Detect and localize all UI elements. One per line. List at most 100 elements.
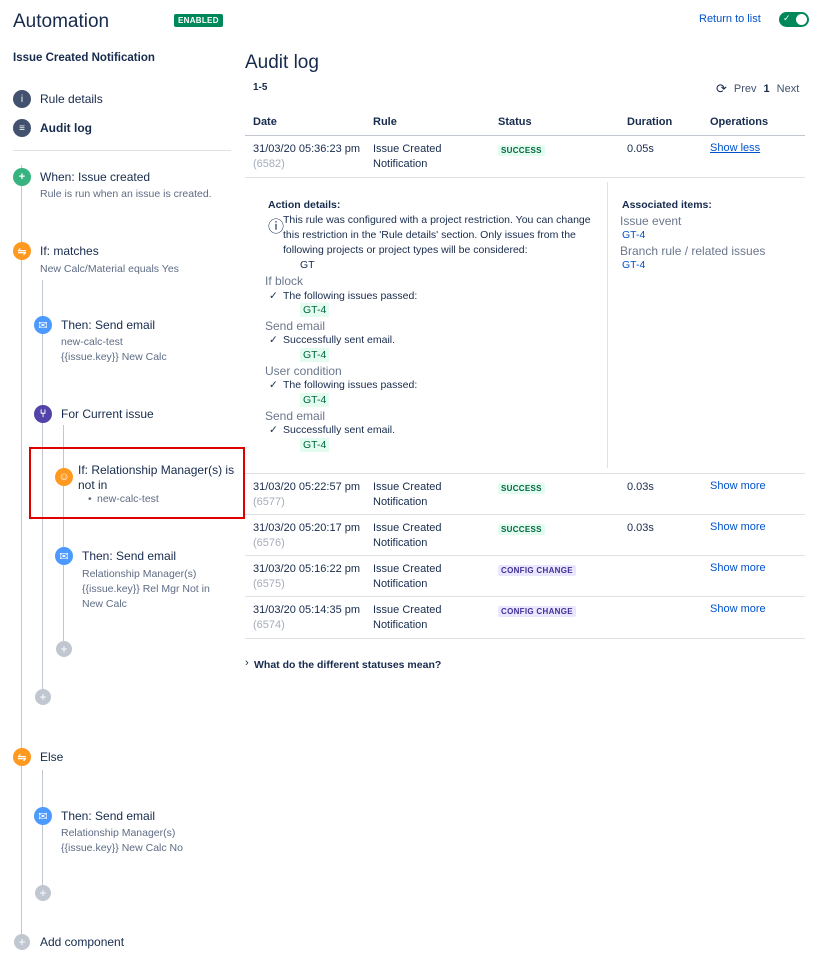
flow-line-else: [42, 770, 43, 895]
enabled-badge: ENABLED: [174, 14, 223, 27]
branch-rule-label: Branch rule / related issues: [620, 244, 766, 258]
send-email-3-title[interactable]: Then: Send email: [61, 809, 155, 823]
send-email-3-line1: Relationship Manager(s): [61, 827, 176, 839]
rule-enabled-toggle[interactable]: ✓: [779, 12, 809, 27]
nav-label: Rule details: [40, 92, 103, 106]
issue-tag[interactable]: GT-4: [300, 303, 330, 317]
show-more-link[interactable]: Show more: [710, 521, 766, 533]
rule-line1: Issue Created: [373, 604, 442, 616]
send-email-1-line1: new-calc-test: [61, 336, 123, 348]
if-relationship-title-2[interactable]: not in: [78, 478, 107, 492]
nav-rule-details[interactable]: i Rule details: [13, 90, 103, 108]
email-icon: ✉: [55, 547, 73, 565]
trigger-title[interactable]: When: Issue created: [40, 170, 150, 184]
send-email-2-title[interactable]: Then: Send email: [82, 549, 176, 563]
status-badge: CONFIG CHANGE: [498, 606, 576, 617]
if-block-label: If block: [265, 274, 304, 288]
send-email-label: Send email: [265, 409, 326, 423]
show-more-link[interactable]: Show more: [710, 562, 766, 574]
show-more-link[interactable]: Show more: [710, 480, 766, 492]
table-row: 31/03/20 05:14:35 pm (6574): [253, 603, 360, 633]
status-badge: SUCCESS: [498, 524, 545, 535]
row-rule: Issue Created Notification: [373, 521, 441, 551]
row-rule: Issue Created Notification: [373, 480, 441, 510]
row-id: (6582): [253, 158, 285, 170]
show-more-link[interactable]: Show more: [710, 603, 766, 615]
check-icon: ✓: [269, 290, 278, 302]
details-separator: [607, 182, 608, 468]
refresh-icon[interactable]: ⟳: [716, 81, 727, 97]
else-title[interactable]: Else: [40, 750, 63, 764]
if-matches-desc: New Calc/Material equals Yes: [40, 263, 179, 275]
show-less-link[interactable]: Show less: [710, 142, 760, 154]
current-page: 1: [763, 83, 770, 95]
status-badge: CONFIG CHANGE: [498, 565, 576, 576]
issue-tag[interactable]: GT-4: [300, 348, 330, 362]
add-action-icon[interactable]: +: [56, 641, 72, 657]
email-icon: ✉: [34, 807, 52, 825]
sent-text: Successfully sent email.: [283, 334, 396, 346]
if-relationship-title-1[interactable]: If: Relationship Manager(s) is: [78, 463, 234, 477]
rule-line2: Notification: [373, 496, 428, 508]
send-email-1-title[interactable]: Then: Send email: [61, 318, 155, 332]
row-divider: [245, 177, 805, 178]
chevron-right-icon[interactable]: ›: [245, 657, 249, 669]
action-details-label: Action details:: [268, 199, 341, 211]
row-duration: 0.03s: [627, 481, 654, 493]
col-rule: Rule: [373, 116, 397, 128]
project-key: GT: [300, 259, 315, 271]
row-rule: Issue Created Notification: [373, 603, 441, 633]
rule-line2: Notification: [373, 578, 428, 590]
row-id: (6577): [253, 496, 285, 508]
send-email-2-line2: {{issue.key}} Rel Mgr Not in: [82, 583, 210, 595]
row-date: 31/03/20 05:36:23 pm: [253, 143, 361, 155]
flow-line-main: [21, 165, 22, 945]
table-row: 31/03/20 05:22:57 pm (6577): [253, 480, 360, 510]
issue-link[interactable]: GT-4: [622, 229, 645, 241]
next-button[interactable]: Next: [777, 83, 800, 95]
check-icon: ✓: [269, 334, 278, 346]
restriction-text: This rule was configured with a project …: [283, 213, 603, 258]
issue-tag[interactable]: GT-4: [300, 438, 330, 452]
row-divider: [245, 555, 805, 556]
nav-audit-log[interactable]: ≡ Audit log: [13, 119, 92, 137]
col-date: Date: [253, 116, 277, 128]
branch-icon: ⇋: [13, 748, 31, 766]
row-duration: 0.05s: [627, 143, 654, 155]
for-current-title[interactable]: For Current issue: [61, 407, 154, 421]
bullet: •: [88, 493, 92, 505]
row-divider: [245, 596, 805, 597]
if-matches-title[interactable]: If: matches: [40, 244, 99, 258]
rule-line1: Issue Created: [373, 563, 442, 575]
issue-tag[interactable]: GT-4: [300, 393, 330, 407]
email-icon: ✉: [34, 316, 52, 334]
prev-button[interactable]: Prev: [734, 83, 757, 95]
row-divider: [245, 473, 805, 474]
page-title: Audit log: [245, 52, 319, 73]
status-badge: SUCCESS: [498, 483, 545, 494]
add-component-icon[interactable]: +: [14, 934, 30, 950]
col-operations: Operations: [710, 116, 769, 128]
if-relationship-value: new-calc-test: [97, 493, 159, 505]
return-to-list-link[interactable]: Return to list: [699, 13, 761, 25]
add-action-icon[interactable]: +: [35, 689, 51, 705]
rule-name: Issue Created Notification: [13, 52, 155, 64]
branch-icon: ⑂: [34, 405, 52, 423]
add-component-label[interactable]: Add component: [40, 935, 124, 949]
table-row: 31/03/20 05:36:23 pm (6582): [253, 142, 360, 172]
issue-link[interactable]: GT-4: [622, 259, 645, 271]
row-rule: Issue Created Notification: [373, 142, 441, 172]
row-id: (6576): [253, 537, 285, 549]
row-duration: 0.03s: [627, 522, 654, 534]
row-divider: [245, 514, 805, 515]
row-rule: Issue Created Notification: [373, 562, 441, 592]
toggle-knob: [796, 14, 807, 25]
user-condition-icon: ☺: [55, 468, 73, 486]
check-icon: ✓: [269, 424, 278, 436]
send-email-label: Send email: [265, 319, 326, 333]
row-date: 31/03/20 05:14:35 pm: [253, 604, 361, 616]
status-faq-toggle[interactable]: What do the different statuses mean?: [254, 659, 441, 671]
row-id: (6574): [253, 619, 285, 631]
list-icon: ≡: [13, 119, 31, 137]
add-action-icon[interactable]: +: [35, 885, 51, 901]
